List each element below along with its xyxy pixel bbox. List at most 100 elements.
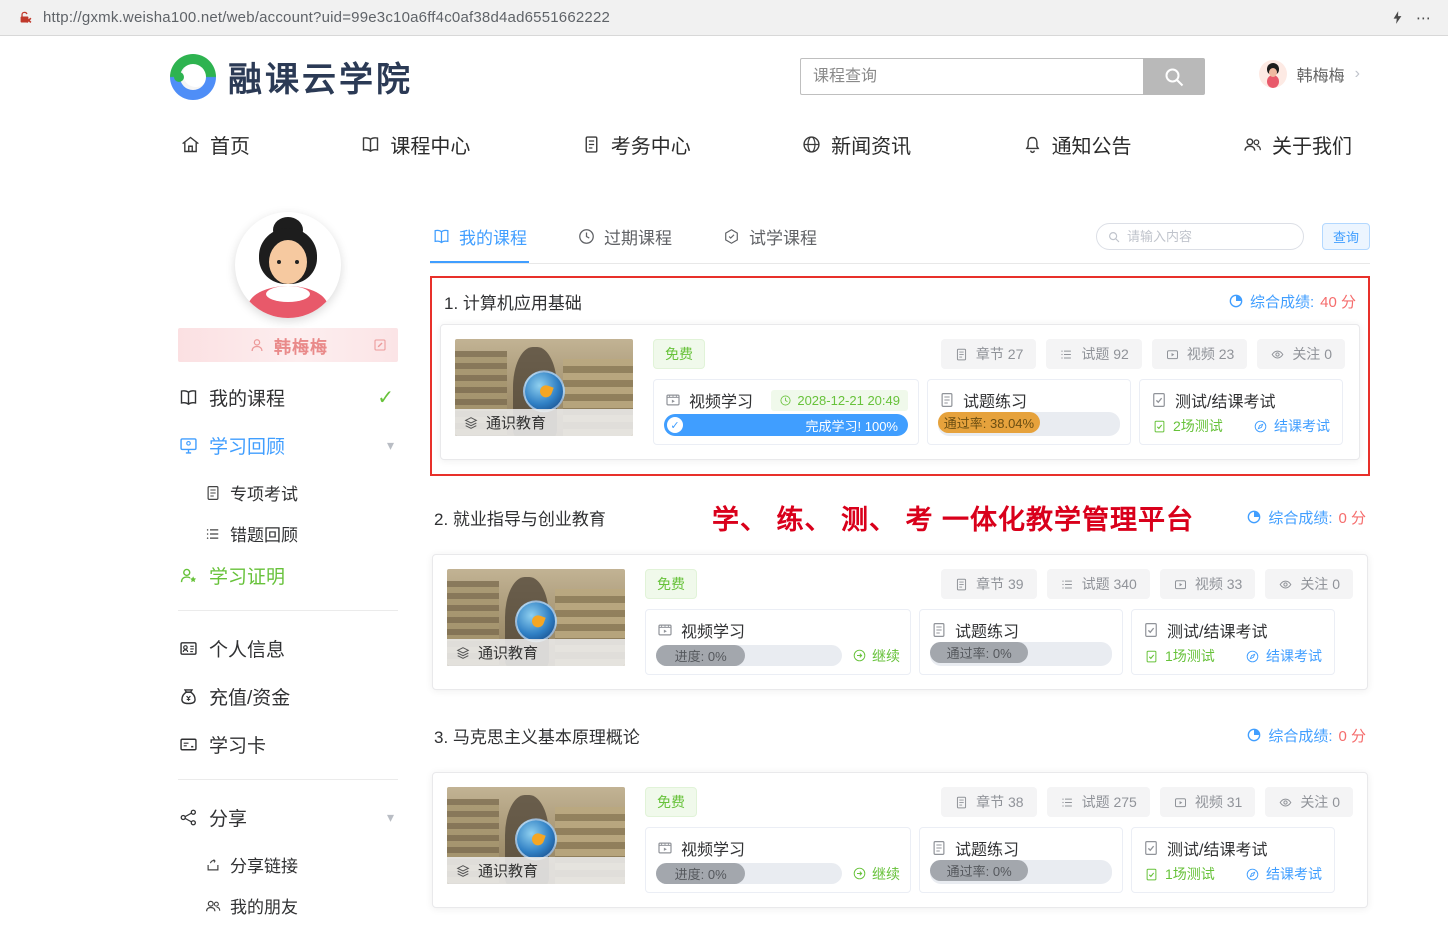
- stat-follows-value: 关注 0: [1292, 344, 1332, 364]
- nav-exam-center[interactable]: 考务中心: [581, 130, 691, 159]
- list-icon: [1060, 795, 1075, 810]
- nav-about[interactable]: 关于我们: [1242, 130, 1352, 159]
- pie-chart-icon: [1246, 509, 1262, 525]
- logo-icon: [170, 54, 216, 100]
- course-search-input[interactable]: [800, 58, 1143, 95]
- tab-expired-courses[interactable]: 过期课程: [575, 218, 674, 263]
- video-study-label: 视频学习: [681, 836, 745, 860]
- sidebar-item-study-card[interactable]: 学习卡: [178, 731, 398, 758]
- doc-icon: [954, 347, 969, 362]
- site-header: 融课云学院 韩梅梅 ›: [0, 36, 1448, 116]
- sidebar-item-personal-info[interactable]: 个人信息: [178, 635, 398, 662]
- globe-icon: [801, 134, 822, 155]
- sidebar-item-recharge-funds[interactable]: 充值/资金: [178, 683, 398, 710]
- tab-my-courses[interactable]: 我的课程: [430, 218, 529, 263]
- main-nav: 首页 课程中心 考务中心 新闻资讯 通知公告 关于我们: [0, 116, 1448, 172]
- sidebar-item-my-courses[interactable]: 我的课程 ✓: [178, 384, 398, 411]
- check-circle-icon: ✓: [667, 417, 683, 433]
- course-search-button[interactable]: [1143, 58, 1205, 95]
- share-link-icon: [204, 856, 222, 874]
- header-user-menu[interactable]: 韩梅梅 ›: [1259, 60, 1360, 88]
- nav-course-center-label: 课程中心: [390, 130, 470, 159]
- course-thumbnail[interactable]: 通识教育: [447, 787, 625, 884]
- final-exam-link[interactable]: 结课考试: [1245, 864, 1322, 884]
- user-avatar-large: [235, 212, 341, 318]
- sidebar-item-share[interactable]: 分享 ▾: [178, 804, 398, 831]
- logo-text: 融课云学院: [228, 52, 413, 101]
- course-title[interactable]: 1. 计算机应用基础: [444, 289, 582, 314]
- score-label: 综合成绩:: [1268, 725, 1332, 746]
- nav-home[interactable]: 首页: [180, 130, 250, 159]
- nav-notices[interactable]: 通知公告: [1022, 130, 1132, 159]
- book-icon: [432, 227, 451, 246]
- final-exam-label: 结课考试: [1274, 416, 1330, 436]
- continue-link[interactable]: 继续: [852, 864, 900, 884]
- flash-icon[interactable]: [1389, 9, 1406, 26]
- content-search-input[interactable]: [1127, 229, 1303, 244]
- test-exam-label: 测试/结课考试: [1167, 836, 1267, 860]
- pass-rate-bar: 通过率: 38.04%: [938, 412, 1120, 436]
- insecure-lock-icon[interactable]: [16, 9, 33, 26]
- doc-icon: [930, 621, 948, 639]
- stat-follows-value: 关注 0: [1300, 574, 1340, 594]
- stat-chapters: 章节 38: [941, 787, 1036, 817]
- course-title[interactable]: 2. 就业指导与创业教育: [434, 505, 606, 530]
- doc-check-icon: [1150, 391, 1168, 409]
- money-bag-icon: [178, 686, 199, 707]
- sidebar-item-study-review[interactable]: 学习回顾 ▾: [178, 432, 398, 459]
- user-avatar-small: [1259, 60, 1287, 88]
- annotation-highlight-box: 1. 计算机应用基础 综合成绩: 40 分 通识教育: [430, 276, 1370, 476]
- tests-link[interactable]: 1场测试: [1144, 864, 1215, 884]
- browser-menu-icon[interactable]: ⋯: [1416, 9, 1432, 27]
- film-icon: [656, 839, 674, 857]
- doc-icon: [930, 839, 948, 857]
- final-exam-link[interactable]: 结课考试: [1245, 646, 1322, 666]
- film-icon: [656, 621, 674, 639]
- video-study-label: 视频学习: [681, 618, 745, 642]
- course-thumbnail[interactable]: 通识教育: [455, 339, 633, 436]
- chevron-down-icon: ▾: [387, 437, 394, 454]
- tests-link[interactable]: 1场测试: [1144, 646, 1215, 666]
- sidebar-item-special-exam[interactable]: 专项考试: [204, 480, 398, 505]
- site-logo[interactable]: 融课云学院: [170, 52, 413, 101]
- arrow-circle-icon: [852, 866, 867, 881]
- tab-trial-courses[interactable]: 试学课程: [720, 218, 819, 263]
- main-content: 我的课程 过期课程 试学课程 查询 1. 计算机应用基础 综合成绩:: [430, 218, 1370, 908]
- edit-profile-icon[interactable]: [372, 337, 388, 353]
- pass-rate-bar: 通过率: 0%: [930, 860, 1112, 884]
- compass-icon: [1245, 867, 1260, 882]
- list-icon: [1059, 347, 1074, 362]
- course-category-label: 通识教育: [478, 860, 538, 881]
- video-icon: [1165, 347, 1180, 362]
- sidebar-item-wrong-questions[interactable]: 错题回顾: [204, 521, 398, 546]
- score-value: 0 分: [1338, 507, 1366, 528]
- tests-count: 1场测试: [1165, 646, 1215, 666]
- nav-course-center[interactable]: 课程中心: [360, 130, 470, 159]
- eye-icon: [1278, 795, 1293, 810]
- sidebar-divider: [178, 610, 398, 611]
- stat-videos: 视频 23: [1152, 339, 1247, 369]
- course-search: [800, 58, 1205, 95]
- list-icon: [1060, 577, 1075, 592]
- sidebar-item-my-friends[interactable]: 我的朋友: [204, 893, 398, 918]
- sidebar-item-study-certificate[interactable]: 学习证明: [178, 562, 398, 589]
- final-exam-link[interactable]: 结课考试: [1253, 416, 1330, 436]
- promo-watermark: 学、 练、 测、 考 一体化教学管理平台: [712, 498, 1194, 537]
- search-icon: [1162, 65, 1186, 89]
- nav-exam-center-label: 考务中心: [611, 130, 691, 159]
- eye-icon: [1270, 347, 1285, 362]
- url-text[interactable]: http://gxmk.weisha100.net/web/account?ui…: [43, 9, 1379, 26]
- course-logo-icon: [523, 370, 565, 412]
- continue-link[interactable]: 继续: [852, 646, 900, 666]
- stat-chapters-value: 章节 39: [976, 574, 1023, 594]
- sidebar-item-share-link[interactable]: 分享链接: [204, 852, 398, 877]
- nav-news[interactable]: 新闻资讯: [801, 130, 911, 159]
- course-title[interactable]: 3. 马克思主义基本原理概论: [434, 723, 640, 748]
- course-thumbnail[interactable]: 通识教育: [447, 569, 625, 666]
- content-search: [1096, 223, 1304, 250]
- clock-icon: [779, 394, 792, 407]
- video-progress-text: 完成学习! 100%: [806, 416, 898, 435]
- tests-link[interactable]: 2场测试: [1152, 416, 1223, 436]
- query-button[interactable]: 查询: [1322, 223, 1370, 250]
- question-practice-box: 试题练习 通过率: 0%: [919, 609, 1123, 675]
